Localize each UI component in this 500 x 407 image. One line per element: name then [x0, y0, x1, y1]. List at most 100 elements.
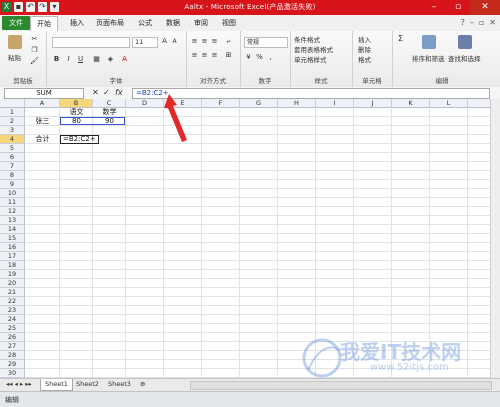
tab-review[interactable]: 审阅	[188, 16, 214, 30]
row-header-1[interactable]: 1	[0, 108, 25, 117]
insert-function-icon[interactable]: fx	[115, 87, 123, 99]
format-as-table-button[interactable]: 套用表格格式	[294, 44, 333, 54]
align-bottom-icon[interactable]: ≡	[210, 37, 219, 46]
align-left-icon[interactable]: ≡	[190, 51, 199, 60]
row-header-9[interactable]: 9	[0, 180, 25, 189]
row-header-3[interactable]: 3	[0, 126, 25, 135]
close-workbook-icon[interactable]: ✕	[489, 18, 496, 27]
underline-button[interactable]: U	[76, 55, 85, 64]
paste-icon[interactable]	[8, 35, 22, 49]
column-header-h[interactable]: H	[278, 99, 316, 107]
column-header-g[interactable]: G	[240, 99, 278, 107]
sheet-nav-icon[interactable]: ◂◂ ◂ ▸ ▸▸	[2, 379, 36, 390]
row-header-13[interactable]: 13	[0, 216, 25, 225]
cell-c1[interactable]: 数学	[94, 108, 125, 117]
autosum-button[interactable]: Σ	[396, 34, 405, 43]
column-header-d[interactable]: D	[126, 99, 164, 107]
row-header-11[interactable]: 11	[0, 198, 25, 207]
font-name-select[interactable]	[52, 37, 130, 48]
row-header-29[interactable]: 29	[0, 360, 25, 369]
align-middle-icon[interactable]: ≡	[200, 37, 209, 46]
row-header-18[interactable]: 18	[0, 261, 25, 270]
cell-b1[interactable]: 语文	[61, 108, 92, 117]
row-header-14[interactable]: 14	[0, 225, 25, 234]
column-header-b[interactable]: B	[60, 99, 93, 107]
merge-icon[interactable]: ⊞	[224, 51, 233, 60]
name-box[interactable]: SUM	[4, 88, 84, 99]
column-header-i[interactable]: I	[316, 99, 354, 107]
find-select-icon[interactable]	[458, 35, 472, 49]
row-header-10[interactable]: 10	[0, 189, 25, 198]
minimize-ribbon-icon[interactable]: –	[470, 18, 474, 27]
format-cells-button[interactable]: 格式	[358, 54, 371, 64]
sheet-tab-3[interactable]: Sheet3	[104, 379, 135, 390]
find-select-button[interactable]: 查找和选择	[448, 53, 481, 63]
cancel-icon[interactable]: ✕	[92, 87, 99, 99]
maximize-button[interactable]: ▫	[446, 0, 470, 15]
row-header-4[interactable]: 4	[0, 135, 25, 144]
fill-color-icon[interactable]: ◈	[106, 55, 115, 64]
row-header-26[interactable]: 26	[0, 333, 25, 342]
row-header-6[interactable]: 6	[0, 153, 25, 162]
copy-icon[interactable]: ❐	[30, 46, 39, 55]
conditional-format-button[interactable]: 条件格式	[294, 34, 320, 44]
column-header-c[interactable]: C	[93, 99, 126, 107]
row-header-7[interactable]: 7	[0, 162, 25, 171]
row-header-30[interactable]: 30	[0, 369, 25, 378]
column-header-a[interactable]: A	[25, 99, 60, 107]
sort-filter-icon[interactable]	[422, 35, 436, 49]
sort-filter-button[interactable]: 排序和筛选	[412, 53, 445, 63]
tab-insert[interactable]: 插入	[64, 16, 90, 30]
percent-button[interactable]: %	[255, 53, 264, 62]
restore-icon[interactable]: ▫	[479, 18, 484, 27]
insert-cells-button[interactable]: 插入	[358, 34, 371, 44]
font-size-select[interactable]: 11	[132, 37, 158, 48]
currency-icon[interactable]: ¥	[244, 53, 253, 62]
italic-button[interactable]: I	[64, 55, 73, 64]
tab-view[interactable]: 视图	[216, 16, 242, 30]
row-header-8[interactable]: 8	[0, 171, 25, 180]
select-all-corner[interactable]	[0, 99, 25, 107]
tab-formulas[interactable]: 公式	[132, 16, 158, 30]
align-center-icon[interactable]: ≡	[200, 51, 209, 60]
cell-a4[interactable]: 合计	[26, 135, 59, 144]
grow-font-icon[interactable]: A	[160, 37, 169, 46]
tab-home[interactable]: 开始	[30, 16, 58, 32]
tab-file[interactable]: 文件	[2, 16, 30, 30]
column-header-j[interactable]: J	[354, 99, 392, 107]
sheet-tab-1[interactable]: Sheet1	[40, 379, 73, 391]
comma-icon[interactable]: ,	[266, 53, 275, 62]
tab-data[interactable]: 数据	[160, 16, 186, 30]
column-header-k[interactable]: K	[392, 99, 430, 107]
row-header-12[interactable]: 12	[0, 207, 25, 216]
row-header-5[interactable]: 5	[0, 144, 25, 153]
font-color-button[interactable]: A	[120, 55, 129, 64]
row-header-16[interactable]: 16	[0, 243, 25, 252]
new-sheet-icon[interactable]: ⊕	[136, 379, 149, 390]
minimize-button[interactable]: –	[422, 0, 446, 15]
sheet-tab-2[interactable]: Sheet2	[72, 379, 103, 390]
help-icon[interactable]: ?	[461, 18, 465, 27]
delete-cells-button[interactable]: 删除	[358, 44, 371, 54]
row-header-24[interactable]: 24	[0, 315, 25, 324]
cell-styles-button[interactable]: 单元格样式	[294, 54, 327, 64]
format-painter-icon[interactable]: 🖌	[30, 57, 39, 66]
row-header-28[interactable]: 28	[0, 351, 25, 360]
row-header-2[interactable]: 2	[0, 117, 25, 126]
number-format-select[interactable]: 常规	[244, 37, 288, 48]
cut-icon[interactable]: ✂	[30, 35, 39, 44]
worksheet-grid[interactable]: ABCDEFGHIJKL 1 2 3 4 5 6 7 8 9 10 11 12 13 14 15 16 17 18…	[0, 99, 500, 378]
vertical-scrollbar[interactable]	[490, 99, 500, 378]
cell-a2[interactable]: 张三	[26, 117, 59, 126]
row-header-25[interactable]: 25	[0, 324, 25, 333]
border-icon[interactable]: ▦	[92, 55, 101, 64]
align-top-icon[interactable]: ≡	[190, 37, 199, 46]
bold-button[interactable]: B	[52, 55, 61, 64]
enter-icon[interactable]: ✓	[103, 87, 110, 99]
horizontal-scrollbar[interactable]	[190, 381, 492, 390]
column-header-f[interactable]: F	[202, 99, 240, 107]
paste-button[interactable]: 粘贴	[8, 52, 21, 62]
row-header-21[interactable]: 21	[0, 288, 25, 297]
row-header-20[interactable]: 20	[0, 279, 25, 288]
row-header-15[interactable]: 15	[0, 234, 25, 243]
